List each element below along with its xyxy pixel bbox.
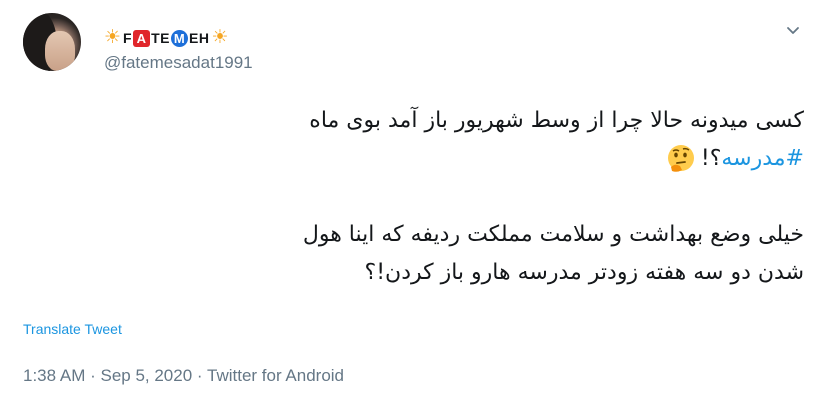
tweet-line-4: شدن دو سه هفته زودتر مدرسه هارو باز کردن… [364, 260, 804, 285]
tweet-time[interactable]: 1:38 AM [23, 366, 85, 385]
name-part-5: EH [189, 30, 210, 46]
sun-emoji-right: ☀ [211, 27, 229, 48]
avatar-face [45, 31, 75, 71]
meta-separator: · [192, 366, 207, 385]
tweet-line-2: #مدرسه؟! [104, 140, 804, 178]
tweet-line-3: خیلی وضع بهداشت و سلامت مملکت ردیفه که ا… [302, 222, 804, 247]
tweet-meta: 1:38 AM · Sep 5, 2020 · Twitter for Andr… [23, 366, 344, 386]
name-part-1: F [123, 30, 133, 46]
tweet-line-2-suffix: ؟! [700, 146, 722, 171]
tweet-card: ☀ F A TE M EH ☀ @fatemesadat1991 کسی مید… [0, 0, 827, 409]
name-part-3: TE [151, 30, 170, 46]
hashtag-link[interactable]: #مدرسه [721, 146, 804, 171]
name-part-4-blue-circle: M [171, 29, 188, 47]
sun-emoji-left: ☀ [104, 27, 122, 48]
tweet-source[interactable]: Twitter for Android [207, 366, 344, 385]
avatar[interactable] [23, 13, 81, 71]
thinking-face-icon [665, 143, 697, 175]
meta-separator: · [85, 366, 101, 385]
chevron-down-icon[interactable] [785, 22, 801, 38]
tweet-line-1: کسی میدونه حالا چرا از وسط شهریور باز آم… [309, 108, 804, 133]
user-handle[interactable]: @fatemesadat1991 [104, 53, 253, 73]
translate-tweet-link[interactable]: Translate Tweet [23, 321, 122, 337]
display-name[interactable]: ☀ F A TE M EH ☀ [104, 27, 229, 49]
name-part-2-red-box: A [133, 29, 151, 47]
display-name-text: F A TE M EH [123, 29, 210, 47]
tweet-text: کسی میدونه حالا چرا از وسط شهریور باز آم… [104, 102, 804, 292]
tweet-date[interactable]: Sep 5, 2020 [100, 366, 192, 385]
